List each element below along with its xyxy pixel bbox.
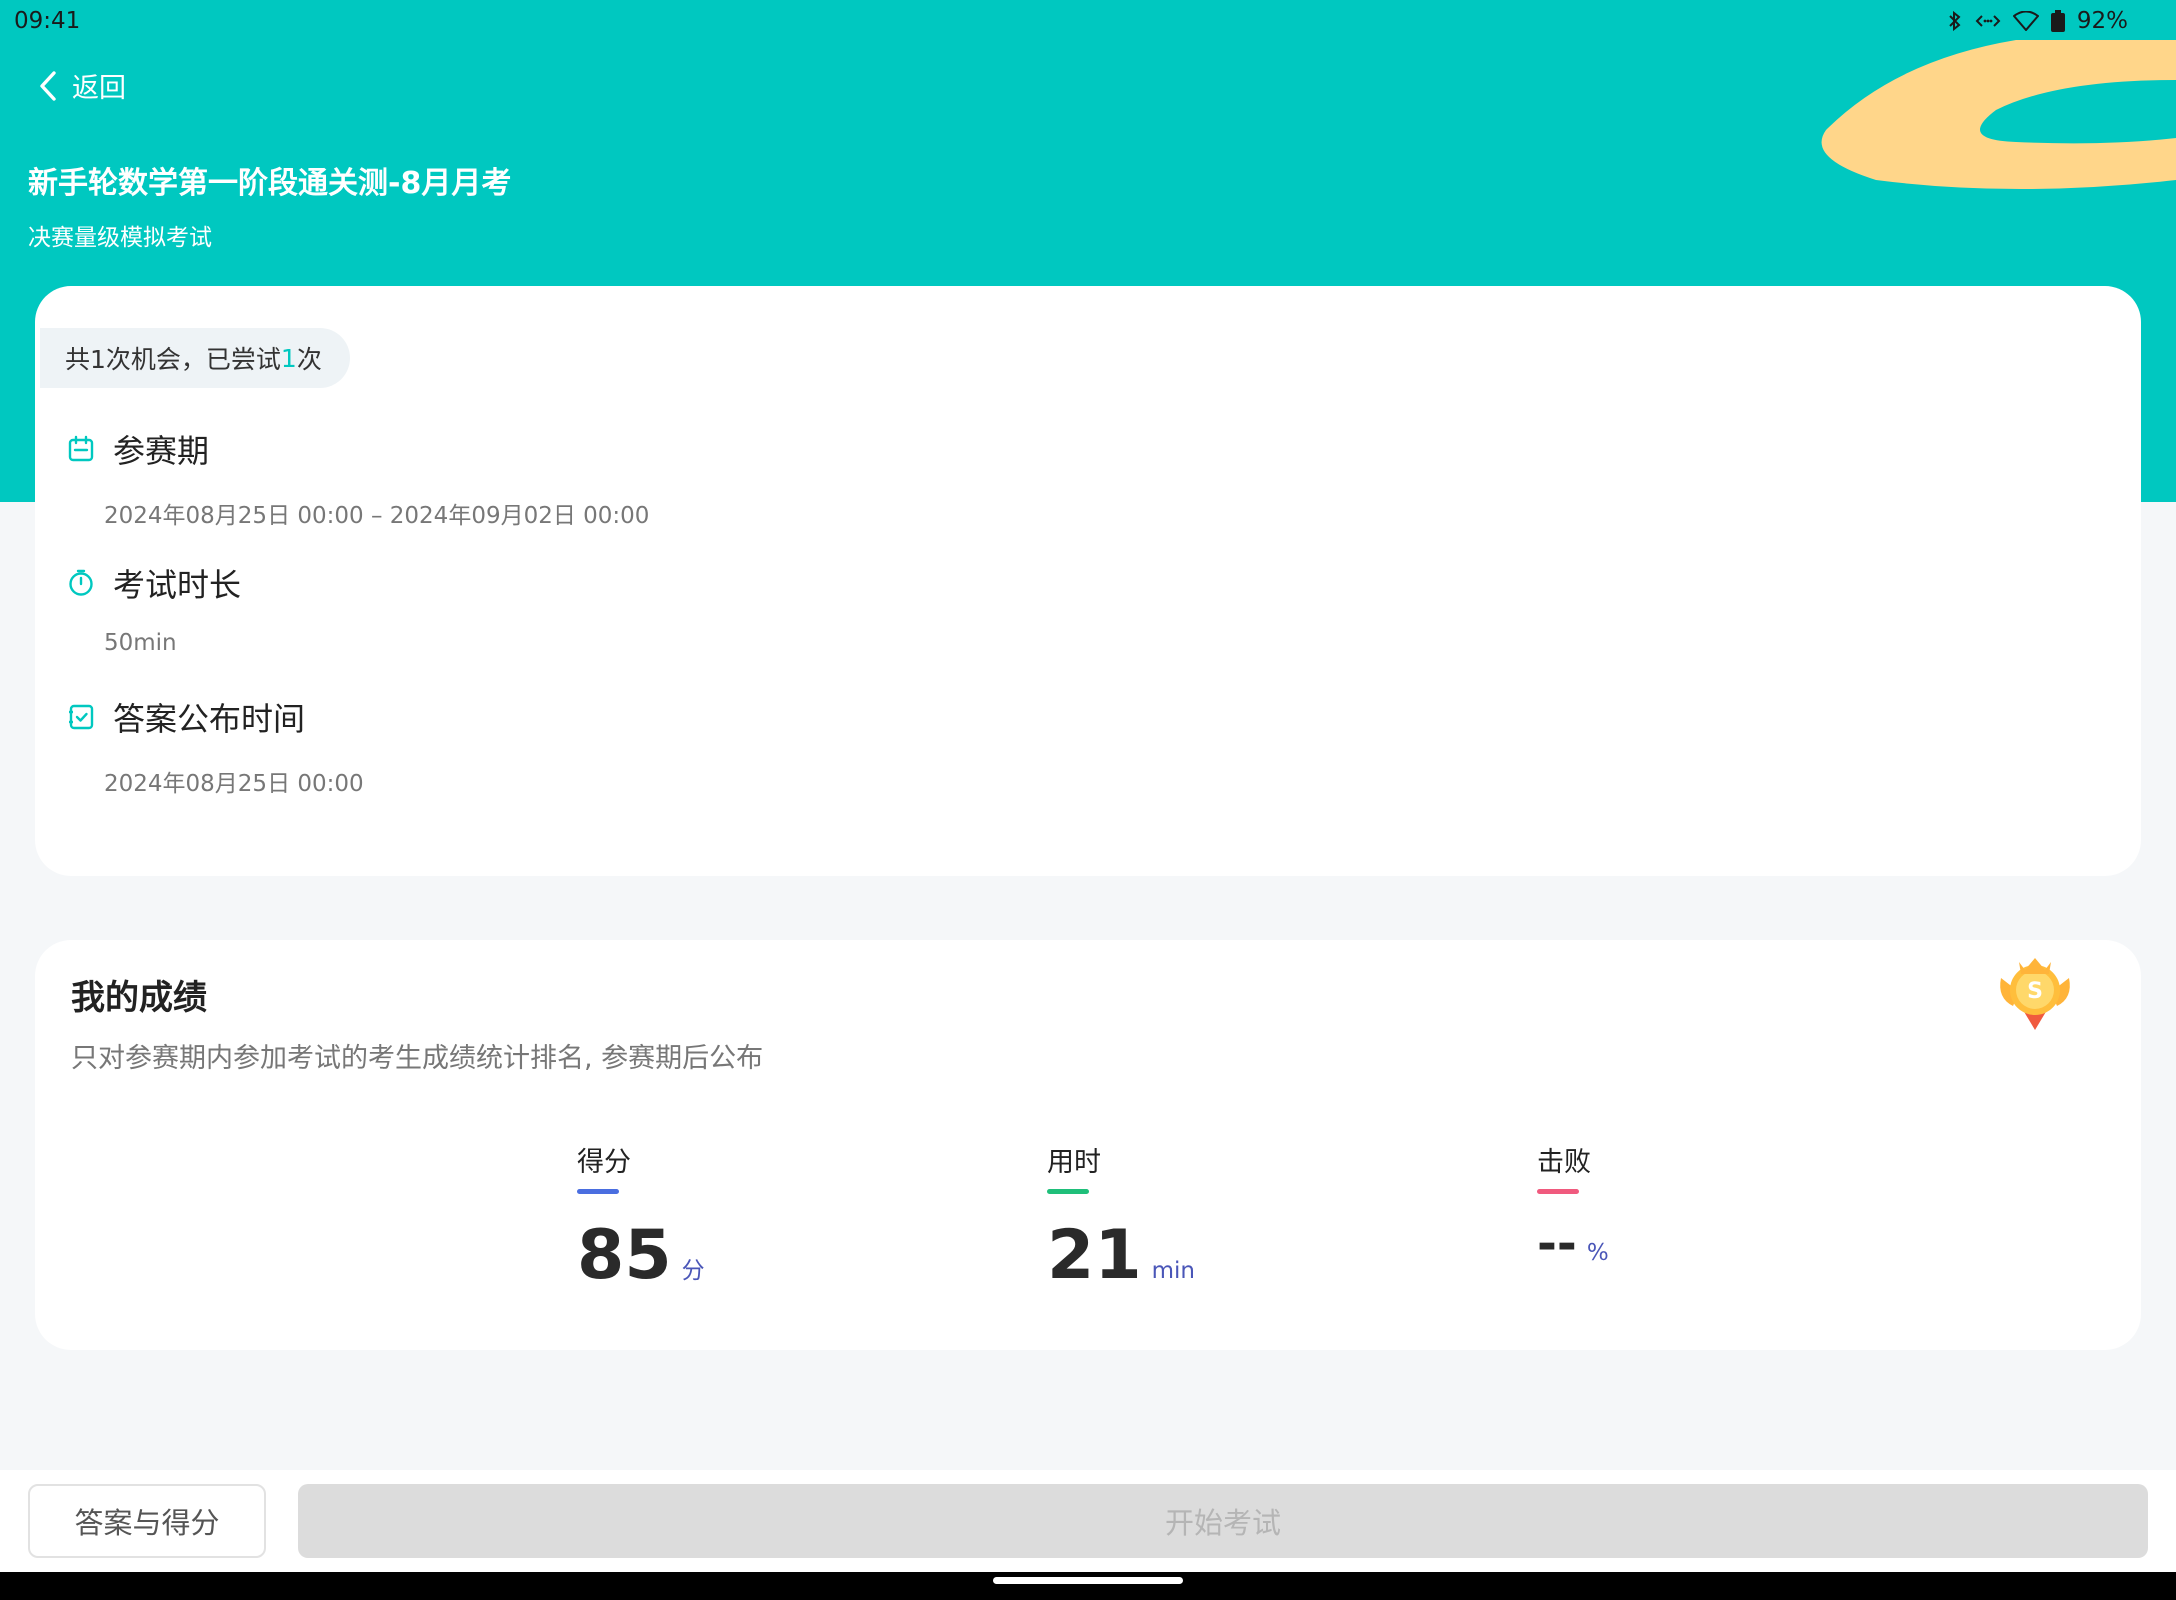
- info-duration: 考试时长 50min: [67, 560, 241, 656]
- stat-time: 用时 21 min: [1047, 1140, 1195, 1295]
- attempt-chip: 共1次机会，已尝试 1 次: [40, 328, 350, 388]
- stat-beat-value: --: [1537, 1216, 1577, 1272]
- period-label: 参赛期: [113, 432, 210, 470]
- exam-info-card: 共1次机会，已尝试 1 次 参赛期 2024年08月25日 00:00 – 2024…: [35, 286, 2141, 876]
- stopwatch-icon: [69, 569, 93, 596]
- back-label: 返回: [72, 73, 126, 104]
- bluetooth-icon: [1949, 10, 1961, 32]
- exam-detail-screen: 09:41 92% 返回 新手轮数学第一阶段通关测-8月月考 决赛量级模拟考试 …: [0, 0, 2176, 1600]
- answer-time-value: 2024年08月25日 00:00: [104, 771, 364, 797]
- status-bar: 09:41 92%: [0, 0, 2176, 44]
- status-icons: 92%: [1947, 8, 2128, 34]
- stat-time-underline: [1047, 1189, 1089, 1194]
- stat-beat-unit: %: [1586, 1240, 1609, 1266]
- chevron-left-icon: [40, 70, 56, 101]
- data-sync-icon: [1975, 15, 2001, 27]
- status-time: 09:41: [14, 8, 81, 34]
- start-exam-button[interactable]: 开始考试: [298, 1484, 2148, 1558]
- info-period: 参赛期 2024年08月25日 00:00 – 2024年09月02日 00:0…: [67, 426, 649, 530]
- stat-time-value: 21: [1047, 1216, 1142, 1295]
- attempt-prefix: 共1次机会，已尝试: [65, 345, 281, 374]
- medal-icon: S: [2000, 958, 2070, 1030]
- duration-value: 50min: [104, 630, 177, 656]
- stat-score-value: 85: [577, 1216, 672, 1295]
- home-indicator[interactable]: [993, 1577, 1183, 1584]
- stat-score-label: 得分: [577, 1147, 631, 1178]
- battery-percent: 92%: [2076, 8, 2128, 34]
- svg-text:S: S: [2027, 979, 2043, 1004]
- stat-time-unit: min: [1151, 1258, 1196, 1284]
- back-button[interactable]: 返回: [38, 66, 126, 105]
- bottom-action-bar: 答案与得分 开始考试: [0, 1470, 2176, 1572]
- stat-beat-label: 击败: [1537, 1147, 1591, 1178]
- header-decoration: [1821, 40, 2176, 189]
- score-description: 只对参赛期内参加考试的考生成绩统计排名, 参赛期后公布: [71, 1043, 764, 1074]
- my-score-card: 我的成绩 只对参赛期内参加考试的考生成绩统计排名, 参赛期后公布 S 得分 85…: [35, 940, 2141, 1350]
- stat-beat-underline: [1537, 1189, 1579, 1194]
- system-nav-bar: [0, 1572, 2176, 1600]
- duration-label: 考试时长: [113, 566, 242, 604]
- calendar-icon: [68, 435, 94, 462]
- stat-score-underline: [577, 1189, 619, 1194]
- checklist-icon: [69, 704, 94, 730]
- wifi-icon: [2012, 11, 2039, 31]
- answer-time-label: 答案公布时间: [113, 700, 306, 738]
- answers-score-button[interactable]: 答案与得分: [28, 1484, 266, 1558]
- period-value: 2024年08月25日 00:00 – 2024年09月02日 00:00: [104, 503, 650, 529]
- stat-beat: 击败 -- %: [1537, 1140, 1609, 1272]
- stat-score-unit: 分: [681, 1258, 705, 1284]
- page-title: 新手轮数学第一阶段通关测-8月月考: [28, 166, 512, 201]
- stat-time-label: 用时: [1047, 1147, 1101, 1178]
- page-subtitle: 决赛量级模拟考试: [28, 225, 212, 251]
- attempt-suffix: 次: [296, 345, 322, 374]
- stat-score: 得分 85 分: [577, 1140, 705, 1295]
- attempt-count: 1: [280, 343, 297, 373]
- info-answer-time: 答案公布时间 2024年08月25日 00:00: [67, 694, 364, 798]
- score-title: 我的成绩: [71, 978, 207, 1018]
- battery-icon: [2050, 10, 2065, 32]
